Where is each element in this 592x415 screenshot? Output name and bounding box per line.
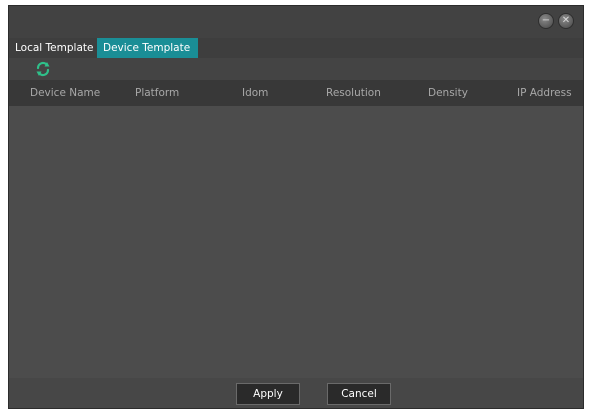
- table-header: Device Name Platform Idom Resolution Den…: [9, 80, 583, 106]
- title-bar: − ✕: [9, 6, 583, 38]
- cancel-button[interactable]: Cancel: [327, 383, 391, 405]
- tab-device-template[interactable]: Device Template: [97, 38, 198, 58]
- column-resolution[interactable]: Resolution: [326, 80, 381, 106]
- device-template-dialog: − ✕ Local Template Device Template Devic…: [8, 5, 584, 409]
- close-icon[interactable]: ✕: [558, 13, 574, 29]
- footer: Apply Cancel: [9, 378, 583, 408]
- tab-bar: Local Template Device Template: [9, 38, 583, 58]
- apply-button[interactable]: Apply: [236, 383, 300, 405]
- toolbar: [9, 58, 583, 80]
- tab-local-template[interactable]: Local Template: [9, 38, 97, 58]
- help-icon[interactable]: −: [538, 13, 554, 29]
- column-ip-address[interactable]: IP Address: [517, 80, 572, 106]
- column-platform[interactable]: Platform: [135, 80, 179, 106]
- table-body[interactable]: [9, 106, 583, 378]
- column-device-name[interactable]: Device Name: [30, 80, 100, 106]
- refresh-icon[interactable]: [35, 61, 51, 77]
- column-density[interactable]: Density: [428, 80, 468, 106]
- column-idom[interactable]: Idom: [242, 80, 268, 106]
